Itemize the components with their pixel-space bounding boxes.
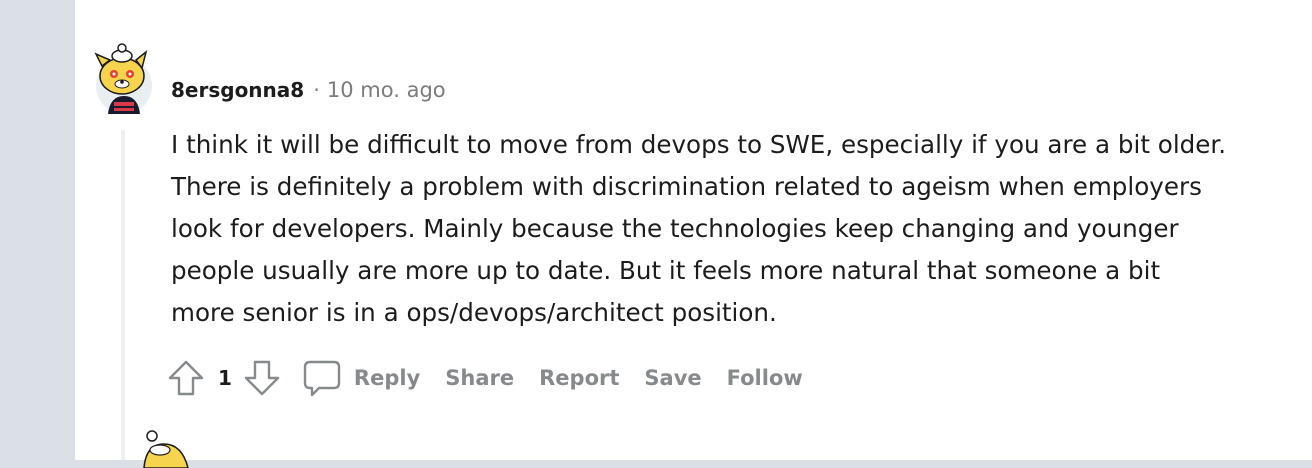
share-button[interactable]: Share — [445, 366, 514, 390]
meta-separator: · — [313, 78, 320, 102]
save-button[interactable]: Save — [644, 366, 701, 390]
comment-timestamp[interactable]: 10 mo. ago — [327, 78, 446, 102]
follow-button[interactable]: Follow — [727, 366, 803, 390]
speech-bubble-icon — [303, 360, 341, 397]
comment-actions: 1 Reply Share Report Save Follow — [166, 356, 828, 400]
comment-meta: 8ersgonna8 · 10 mo. ago — [171, 76, 446, 104]
comment-author[interactable]: 8ersgonna8 — [171, 78, 304, 102]
reply-button[interactable]: Reply — [302, 358, 420, 398]
upvote-arrow-icon[interactable] — [166, 358, 206, 398]
vote-score: 1 — [218, 366, 232, 390]
page-background-gutter — [0, 0, 75, 460]
comment-body: I think it will be difficult to move fro… — [171, 130, 1227, 327]
user-avatar[interactable] — [88, 40, 156, 118]
report-button[interactable]: Report — [539, 366, 619, 390]
thread-collapse-line[interactable] — [121, 130, 125, 460]
reply-label: Reply — [353, 366, 421, 390]
downvote-arrow-icon[interactable] — [242, 358, 282, 398]
reply-avatar[interactable] — [138, 428, 198, 468]
